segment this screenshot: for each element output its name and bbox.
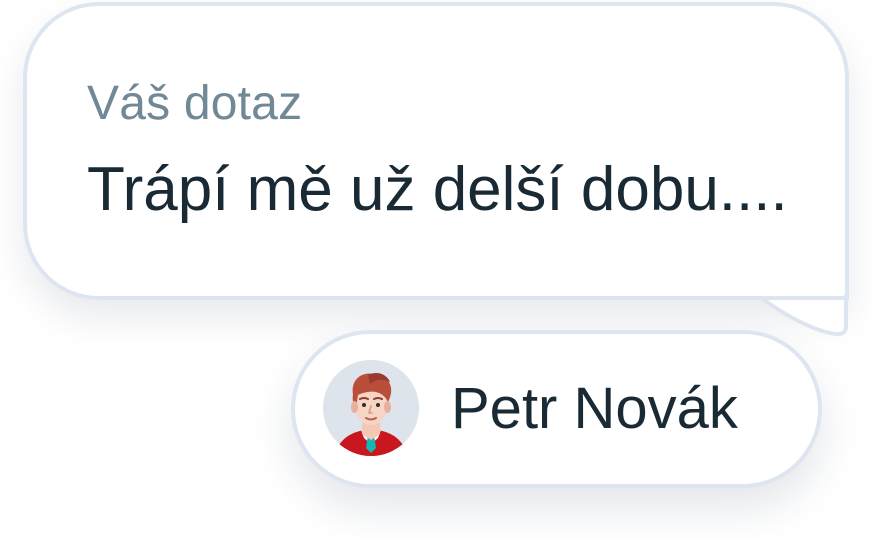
author-name: Petr Novák xyxy=(451,376,738,441)
question-label: Váš dotaz xyxy=(87,77,303,130)
question-card-visual: Váš dotaz Trápí mě už delší dobu.... Pet… xyxy=(0,0,873,540)
user-avatar-icon xyxy=(323,360,419,456)
question-text: Trápí mě už delší dobu.... xyxy=(87,155,788,224)
question-speech-bubble xyxy=(23,2,849,300)
speech-bubble-tail xyxy=(762,294,848,337)
